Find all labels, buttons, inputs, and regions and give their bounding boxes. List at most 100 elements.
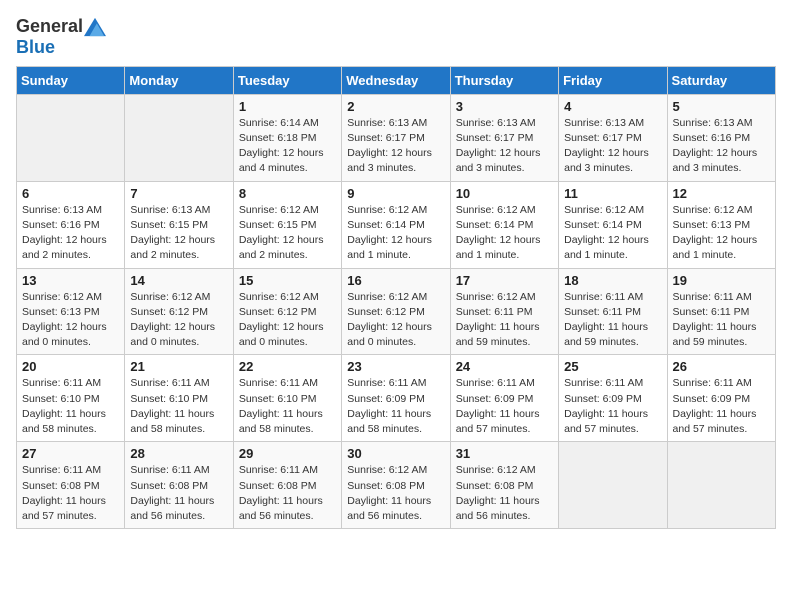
- calendar-cell: 13 Sunrise: 6:12 AM Sunset: 6:13 PM Dayli…: [17, 268, 125, 355]
- calendar-cell: 28 Sunrise: 6:11 AM Sunset: 6:08 PM Dayli…: [125, 442, 233, 529]
- day-info: Sunrise: 6:13 AM Sunset: 6:17 PM Dayligh…: [564, 116, 661, 177]
- calendar-cell: 4 Sunrise: 6:13 AM Sunset: 6:17 PM Daylig…: [559, 94, 667, 181]
- day-number: 3: [456, 99, 553, 114]
- day-number: 6: [22, 186, 119, 201]
- day-info: Sunrise: 6:12 AM Sunset: 6:12 PM Dayligh…: [347, 290, 444, 351]
- calendar-cell: [125, 94, 233, 181]
- day-info: Sunrise: 6:11 AM Sunset: 6:08 PM Dayligh…: [130, 463, 227, 524]
- day-info: Sunrise: 6:13 AM Sunset: 6:17 PM Dayligh…: [347, 116, 444, 177]
- calendar-cell: 27 Sunrise: 6:11 AM Sunset: 6:08 PM Dayli…: [17, 442, 125, 529]
- day-number: 8: [239, 186, 336, 201]
- day-number: 10: [456, 186, 553, 201]
- day-number: 12: [673, 186, 770, 201]
- logo-icon: [84, 16, 106, 38]
- calendar-cell: 14 Sunrise: 6:12 AM Sunset: 6:12 PM Dayli…: [125, 268, 233, 355]
- day-header-saturday: Saturday: [667, 66, 775, 94]
- week-row-4: 20 Sunrise: 6:11 AM Sunset: 6:10 PM Dayli…: [17, 355, 776, 442]
- day-info: Sunrise: 6:11 AM Sunset: 6:09 PM Dayligh…: [347, 376, 444, 437]
- day-info: Sunrise: 6:11 AM Sunset: 6:10 PM Dayligh…: [22, 376, 119, 437]
- day-number: 15: [239, 273, 336, 288]
- calendar-cell: 11 Sunrise: 6:12 AM Sunset: 6:14 PM Dayli…: [559, 181, 667, 268]
- calendar-cell: 20 Sunrise: 6:11 AM Sunset: 6:10 PM Dayli…: [17, 355, 125, 442]
- calendar-table: SundayMondayTuesdayWednesdayThursdayFrid…: [16, 66, 776, 529]
- day-number: 24: [456, 359, 553, 374]
- logo-general-text: General: [16, 17, 83, 37]
- day-number: 5: [673, 99, 770, 114]
- calendar-cell: 2Sunrise: 6:13 AM Sunset: 6:17 PM Daylig…: [342, 94, 450, 181]
- calendar-cell: 3 Sunrise: 6:13 AM Sunset: 6:17 PM Daylig…: [450, 94, 558, 181]
- calendar-cell: 30 Sunrise: 6:12 AM Sunset: 6:08 PM Dayli…: [342, 442, 450, 529]
- day-header-friday: Friday: [559, 66, 667, 94]
- day-info: Sunrise: 6:13 AM Sunset: 6:17 PM Dayligh…: [456, 116, 553, 177]
- page-header: General Blue: [16, 16, 776, 58]
- week-row-3: 13 Sunrise: 6:12 AM Sunset: 6:13 PM Dayli…: [17, 268, 776, 355]
- calendar-cell: 22 Sunrise: 6:11 AM Sunset: 6:10 PM Dayli…: [233, 355, 341, 442]
- day-number: 20: [22, 359, 119, 374]
- calendar-cell: 24 Sunrise: 6:11 AM Sunset: 6:09 PM Dayli…: [450, 355, 558, 442]
- day-number: 7: [130, 186, 227, 201]
- calendar-cell: 25Sunrise: 6:11 AM Sunset: 6:09 PM Dayli…: [559, 355, 667, 442]
- calendar-cell: 5 Sunrise: 6:13 AM Sunset: 6:16 PM Daylig…: [667, 94, 775, 181]
- day-header-wednesday: Wednesday: [342, 66, 450, 94]
- day-info: Sunrise: 6:11 AM Sunset: 6:09 PM Dayligh…: [673, 376, 770, 437]
- day-header-monday: Monday: [125, 66, 233, 94]
- day-number: 11: [564, 186, 661, 201]
- day-number: 26: [673, 359, 770, 374]
- calendar-cell: 17Sunrise: 6:12 AM Sunset: 6:11 PM Dayli…: [450, 268, 558, 355]
- week-row-1: 1 Sunrise: 6:14 AM Sunset: 6:18 PM Daylig…: [17, 94, 776, 181]
- day-number: 9: [347, 186, 444, 201]
- day-number: 28: [130, 446, 227, 461]
- day-header-thursday: Thursday: [450, 66, 558, 94]
- day-header-tuesday: Tuesday: [233, 66, 341, 94]
- day-number: 29: [239, 446, 336, 461]
- day-info: Sunrise: 6:11 AM Sunset: 6:09 PM Dayligh…: [564, 376, 661, 437]
- calendar-cell: 31Sunrise: 6:12 AM Sunset: 6:08 PM Dayli…: [450, 442, 558, 529]
- calendar-cell: 15 Sunrise: 6:12 AM Sunset: 6:12 PM Dayli…: [233, 268, 341, 355]
- day-header-sunday: Sunday: [17, 66, 125, 94]
- day-number: 1: [239, 99, 336, 114]
- day-number: 31: [456, 446, 553, 461]
- day-number: 18: [564, 273, 661, 288]
- day-info: Sunrise: 6:12 AM Sunset: 6:15 PM Dayligh…: [239, 203, 336, 264]
- day-info: Sunrise: 6:11 AM Sunset: 6:09 PM Dayligh…: [456, 376, 553, 437]
- week-row-5: 27 Sunrise: 6:11 AM Sunset: 6:08 PM Dayli…: [17, 442, 776, 529]
- calendar-cell: 19 Sunrise: 6:11 AM Sunset: 6:11 PM Dayli…: [667, 268, 775, 355]
- day-number: 4: [564, 99, 661, 114]
- calendar-cell: 21Sunrise: 6:11 AM Sunset: 6:10 PM Dayli…: [125, 355, 233, 442]
- day-number: 19: [673, 273, 770, 288]
- day-info: Sunrise: 6:12 AM Sunset: 6:12 PM Dayligh…: [239, 290, 336, 351]
- day-number: 17: [456, 273, 553, 288]
- day-info: Sunrise: 6:12 AM Sunset: 6:14 PM Dayligh…: [347, 203, 444, 264]
- day-number: 13: [22, 273, 119, 288]
- day-info: Sunrise: 6:11 AM Sunset: 6:10 PM Dayligh…: [130, 376, 227, 437]
- day-info: Sunrise: 6:11 AM Sunset: 6:11 PM Dayligh…: [564, 290, 661, 351]
- day-info: Sunrise: 6:13 AM Sunset: 6:16 PM Dayligh…: [673, 116, 770, 177]
- day-info: Sunrise: 6:14 AM Sunset: 6:18 PM Dayligh…: [239, 116, 336, 177]
- day-info: Sunrise: 6:11 AM Sunset: 6:08 PM Dayligh…: [22, 463, 119, 524]
- day-info: Sunrise: 6:11 AM Sunset: 6:11 PM Dayligh…: [673, 290, 770, 351]
- day-number: 14: [130, 273, 227, 288]
- week-row-2: 6 Sunrise: 6:13 AM Sunset: 6:16 PM Daylig…: [17, 181, 776, 268]
- calendar-cell: 12Sunrise: 6:12 AM Sunset: 6:13 PM Dayli…: [667, 181, 775, 268]
- calendar-cell: 1 Sunrise: 6:14 AM Sunset: 6:18 PM Daylig…: [233, 94, 341, 181]
- calendar-cell: 7 Sunrise: 6:13 AM Sunset: 6:15 PM Daylig…: [125, 181, 233, 268]
- day-info: Sunrise: 6:12 AM Sunset: 6:14 PM Dayligh…: [564, 203, 661, 264]
- day-info: Sunrise: 6:11 AM Sunset: 6:10 PM Dayligh…: [239, 376, 336, 437]
- day-info: Sunrise: 6:12 AM Sunset: 6:08 PM Dayligh…: [347, 463, 444, 524]
- logo: General Blue: [16, 16, 106, 58]
- day-number: 22: [239, 359, 336, 374]
- calendar-cell: 18 Sunrise: 6:11 AM Sunset: 6:11 PM Dayli…: [559, 268, 667, 355]
- calendar-cell: 10Sunrise: 6:12 AM Sunset: 6:14 PM Dayli…: [450, 181, 558, 268]
- day-info: Sunrise: 6:13 AM Sunset: 6:15 PM Dayligh…: [130, 203, 227, 264]
- calendar-cell: 8 Sunrise: 6:12 AM Sunset: 6:15 PM Daylig…: [233, 181, 341, 268]
- calendar-cell: [667, 442, 775, 529]
- day-info: Sunrise: 6:12 AM Sunset: 6:13 PM Dayligh…: [22, 290, 119, 351]
- day-info: Sunrise: 6:13 AM Sunset: 6:16 PM Dayligh…: [22, 203, 119, 264]
- day-info: Sunrise: 6:12 AM Sunset: 6:12 PM Dayligh…: [130, 290, 227, 351]
- day-number: 30: [347, 446, 444, 461]
- day-number: 27: [22, 446, 119, 461]
- logo-blue-text: Blue: [16, 38, 106, 58]
- calendar-cell: 16 Sunrise: 6:12 AM Sunset: 6:12 PM Dayli…: [342, 268, 450, 355]
- calendar-cell: [17, 94, 125, 181]
- day-number: 16: [347, 273, 444, 288]
